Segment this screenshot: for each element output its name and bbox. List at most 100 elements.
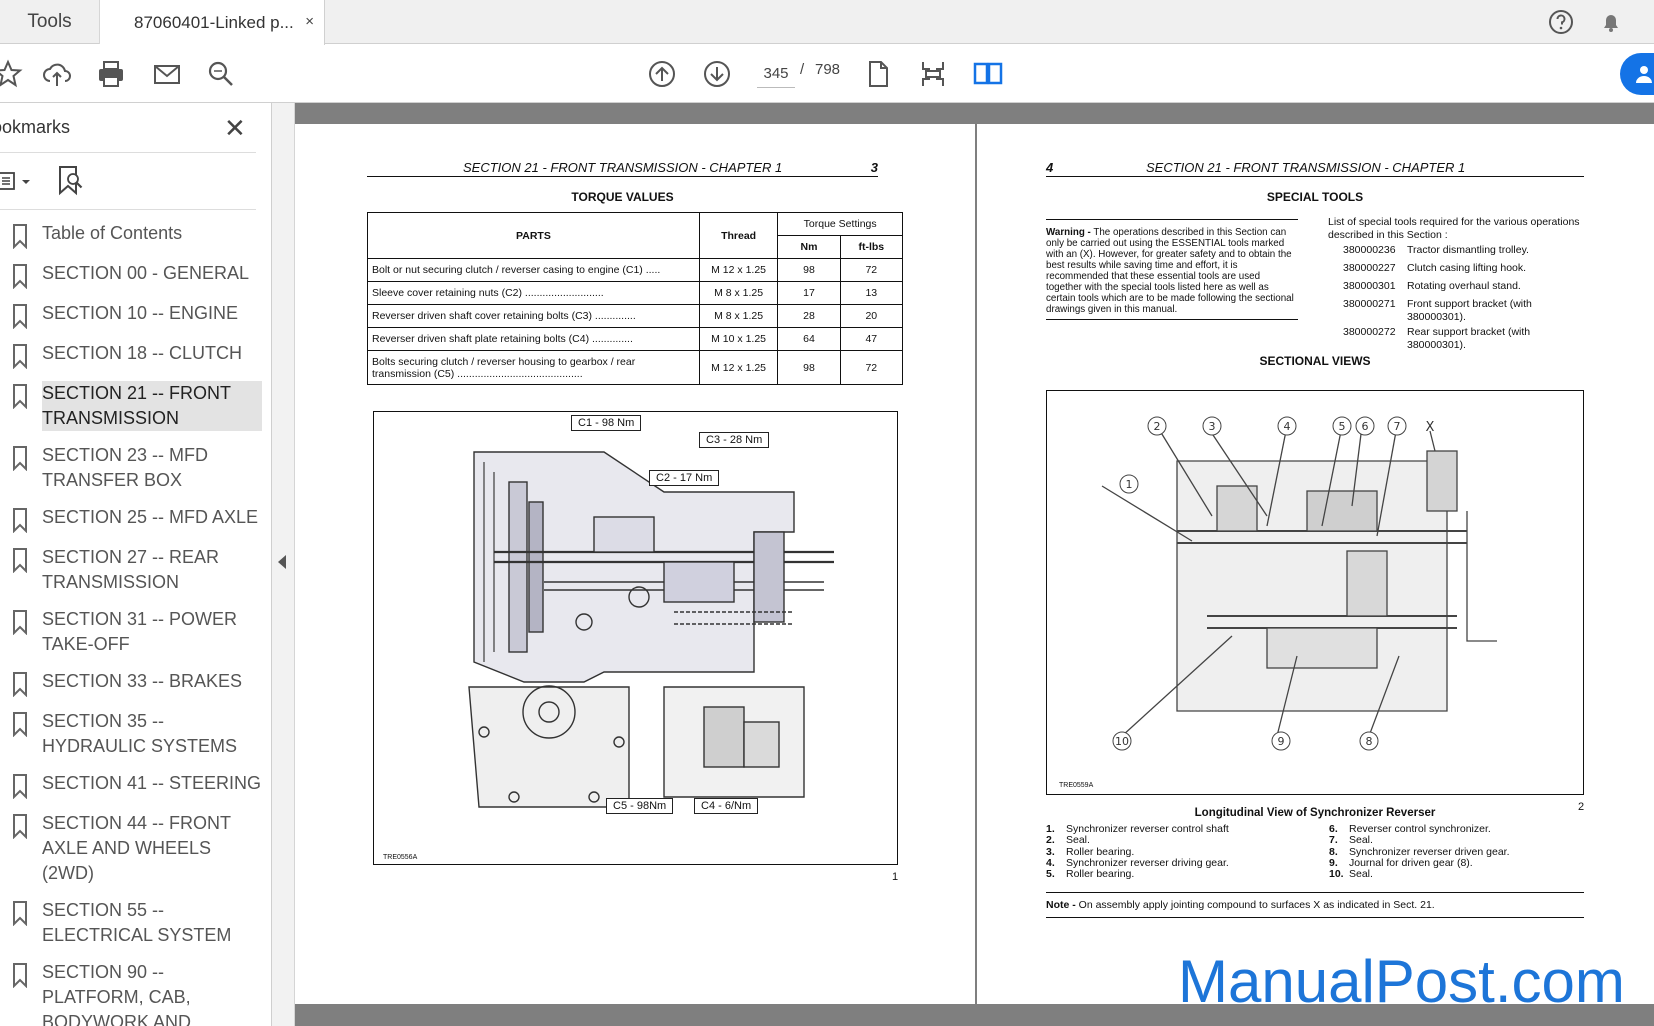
legend-item: 7. Seal. (1329, 834, 1373, 847)
tool-code: 380000271 (1343, 298, 1396, 310)
bookmark-label: SECTION 27 -- REAR TRANSMISSION (42, 547, 220, 592)
bookmark-label: SECTION 25 -- MFD AXLE (42, 507, 259, 527)
cell-part: Reverser driven shaft plate retaining bo… (367, 327, 700, 351)
tab-tools[interactable]: Tools (0, 0, 100, 44)
previous-page-icon[interactable] (646, 58, 678, 90)
col-nm: Nm (777, 235, 841, 259)
page-number-label: 4 (1046, 160, 1054, 175)
bookmark-item[interactable]: SECTION 55 -- ELECTRICAL SYSTEM (0, 892, 272, 954)
options-list-icon[interactable] (0, 170, 36, 194)
bookmark-item-selected[interactable]: SECTION 21 -- FRONT TRANSMISSION (0, 375, 272, 437)
bookmark-icon (13, 304, 27, 329)
tool-row: 380000227 Clutch casing lifting hook. (1343, 262, 1583, 275)
bookmark-label: SECTION 18 -- CLUTCH (42, 343, 243, 363)
tab-document-label: 87060401-Linked p... (134, 12, 294, 32)
legend-item: 10. Seal. (1329, 868, 1373, 881)
callout-number: 10 (1115, 735, 1129, 748)
close-panel-icon[interactable]: ✕ (224, 113, 246, 144)
tool-code: 380000272 (1343, 326, 1396, 338)
tool-row: 380000272 Rear support bracket (with 3800… (1343, 326, 1583, 352)
print-icon[interactable] (95, 58, 127, 90)
user-icon (1636, 66, 1652, 83)
callout-number: 6 (1362, 420, 1369, 433)
bookmark-item[interactable]: SECTION 27 -- REAR TRANSMISSION (0, 539, 272, 601)
tab-document[interactable]: 87060401-Linked p... × (100, 0, 325, 45)
bookmark-icon (13, 712, 27, 737)
bookmarks-title: ookmarks (0, 117, 71, 137)
cell-thread: M 12 x 1.25 (698, 350, 779, 385)
cell-nm: 28 (777, 304, 841, 328)
document-viewport[interactable]: SECTION 21 - FRONT TRANSMISSION - CHAPTE… (295, 103, 1654, 1026)
callout-c1: C1 - 98 Nm (571, 415, 642, 431)
bookmark-item[interactable]: SECTION 44 -- FRONT AXLE AND WHEELS (2WD… (0, 805, 272, 892)
watermark-text: ManualPost.com (1178, 948, 1625, 1015)
collapse-panel-icon[interactable] (278, 555, 286, 569)
bookmark-icon (13, 224, 27, 249)
table-row: Bolt or nut securing clutch / reverser c… (367, 258, 904, 282)
notification-bell-icon[interactable] (1598, 9, 1624, 35)
bookmarks-header: ookmarks ✕ (0, 103, 256, 153)
search-icon[interactable] (205, 58, 237, 90)
bookmark-icon (13, 963, 27, 988)
tool-row: 380000236 Tractor dismantling trolley. (1343, 244, 1583, 257)
bookmark-item[interactable]: SECTION 23 -- MFD TRANSFER BOX (0, 437, 272, 499)
bookmark-item[interactable]: SECTION 41 -- STEERING (0, 765, 272, 805)
bookmark-star-icon[interactable] (0, 58, 24, 90)
col-torque-settings: Torque Settings (777, 212, 903, 236)
warning-text: The operations described in this Section… (1046, 227, 1294, 315)
tool-desc: Tractor dismantling trolley. (1407, 244, 1529, 256)
fit-page-icon[interactable] (917, 58, 949, 90)
bookmark-item[interactable]: SECTION 10 -- ENGINE (0, 295, 272, 335)
bookmark-item[interactable]: SECTION 31 -- POWER TAKE-OFF (0, 601, 272, 663)
cell-part: Sleeve cover retaining nuts (C2) .......… (367, 281, 700, 305)
cell-part: Bolt or nut securing clutch / reverser c… (367, 258, 700, 282)
cell-nm: 98 (777, 350, 841, 385)
figure-code: TRE0559A (1059, 782, 1094, 789)
bookmark-label: SECTION 10 -- ENGINE (42, 303, 239, 323)
document-page-right: 4 SECTION 21 - FRONT TRANSMISSION - CHAP… (977, 124, 1654, 1004)
bookmark-item[interactable]: SECTION 90 -- PLATFORM, CAB, BODYWORK AN… (0, 954, 272, 1026)
bookmark-item[interactable]: SECTION 18 -- CLUTCH (0, 335, 272, 375)
col-thread: Thread (698, 212, 779, 259)
callout-number: 9 (1278, 735, 1285, 748)
table-row: Sleeve cover retaining nuts (C2) .......… (367, 281, 904, 305)
tool-desc: Front support bracket (with 380000301). (1407, 298, 1532, 323)
next-page-icon[interactable] (701, 58, 733, 90)
share-button[interactable] (1620, 53, 1654, 95)
page-number-label: 3 (870, 160, 878, 175)
cell-ft: 72 (839, 350, 904, 385)
page-separator: / (800, 61, 805, 78)
bookmark-icon (13, 264, 27, 289)
two-page-view-icon[interactable] (972, 58, 1004, 90)
bookmark-item[interactable]: SECTION 33 -- BRAKES (0, 663, 272, 703)
bookmark-label: Table of Contents (42, 223, 183, 243)
bookmark-item[interactable]: SECTION 25 -- MFD AXLE (0, 499, 272, 539)
table-row: Reverser driven shaft cover retaining bo… (367, 304, 904, 328)
main-toolbar: 345 / 798 (0, 45, 1654, 103)
help-icon[interactable] (1548, 9, 1574, 35)
cell-ft: 13 (839, 281, 904, 305)
bookmark-label: SECTION 41 -- STEERING (42, 773, 262, 793)
bookmark-item[interactable]: SECTION 35 -- HYDRAULIC SYSTEMS (0, 703, 272, 765)
bookmark-item[interactable]: SECTION 00 - GENERAL (0, 255, 272, 295)
upload-cloud-icon[interactable] (41, 58, 73, 90)
torque-table: PARTS Thread Torque Settings Nm ft-lbs B… (367, 212, 904, 385)
close-tab-icon[interactable]: × (305, 13, 314, 30)
email-icon[interactable] (151, 58, 183, 90)
bookmark-label: SECTION 55 -- ELECTRICAL SYSTEM (42, 900, 232, 945)
page-number-input[interactable]: 345 (757, 60, 795, 88)
add-bookmark-icon[interactable] (56, 164, 84, 196)
bookmark-item[interactable]: Table of Contents (0, 215, 272, 255)
cell-part: Reverser driven shaft cover retaining bo… (367, 304, 700, 328)
tab-tools-label: Tools (27, 11, 72, 32)
figure-torque-drawing: C1 - 98 Nm C3 - 28 Nm C2 - 17 Nm C5 - 98… (373, 411, 898, 865)
single-page-view-icon[interactable] (862, 58, 894, 90)
tool-desc: Rotating overhaul stand. (1407, 280, 1521, 292)
bookmark-icon (13, 774, 27, 799)
bookmark-list: Table of Contents SECTION 00 - GENERAL S… (0, 215, 272, 1026)
legend-left: 1. Synchronizer reverser control shaft 2.… (1046, 823, 1229, 880)
section-header: SECTION 21 - FRONT TRANSMISSION - CHAPTE… (1146, 160, 1466, 175)
bookmark-icon (13, 446, 27, 471)
cell-part: Bolts securing clutch / reverser housing… (367, 350, 700, 385)
bookmark-icon (13, 344, 27, 369)
